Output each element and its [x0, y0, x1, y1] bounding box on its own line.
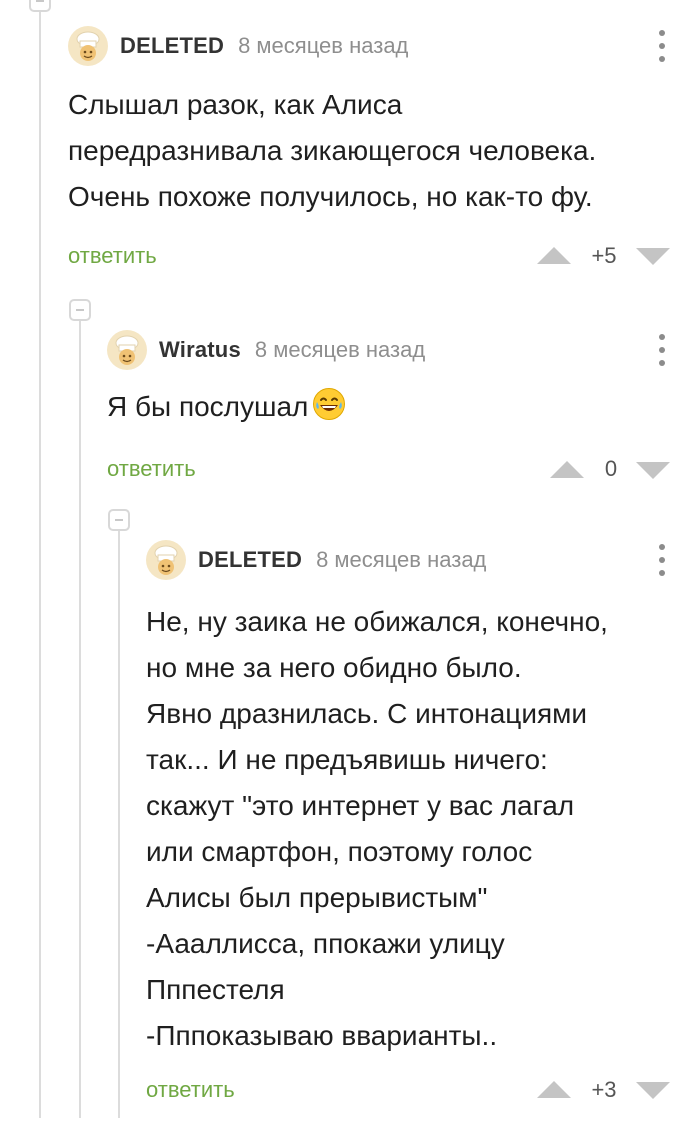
comment-text-line: -Пппоказываю вварианты..: [146, 1020, 498, 1051]
comment-text: Слышал разок, как Алиса передразнивала з…: [68, 82, 674, 220]
comment-text-line: так... И не предъявишь ничего:: [146, 744, 548, 775]
comment-rating: +3: [591, 1077, 617, 1102]
comment-text-value: Я бы послушал: [107, 391, 309, 422]
comment-text-line: Очень похоже получилось, но как-то фу.: [68, 181, 593, 212]
comment-header: Wiratus 8 месяцев назад: [107, 328, 674, 372]
grinning-sweat-emoji-icon: [312, 387, 346, 421]
reply-link[interactable]: ответить: [107, 456, 196, 482]
comment-text-line: -Аааллисса, ппокажи улицу: [146, 928, 505, 959]
comment-author[interactable]: DELETED: [198, 547, 302, 573]
comment-text-line: Явно дразнилась. С интонациями: [146, 698, 588, 729]
comment-text-line: Слышал разок, как Алиса: [68, 89, 403, 120]
comment-author[interactable]: Wiratus: [159, 337, 241, 363]
triangle-down-icon[interactable]: [636, 248, 670, 265]
chef-avatar-icon[interactable]: [68, 26, 108, 66]
more-vertical-icon[interactable]: [650, 330, 674, 370]
comment: Wiratus 8 месяцев назад Я бы послушал от…: [107, 328, 674, 490]
comment-time: 8 месяцев назад: [238, 33, 409, 58]
comment-text-line: или смартфон, поэтому голос: [146, 836, 533, 867]
triangle-up-icon[interactable]: [550, 461, 584, 478]
comment-text-line: Пппестеля: [146, 974, 285, 1005]
triangle-up-icon[interactable]: [537, 1081, 571, 1098]
more-vertical-icon[interactable]: [650, 26, 674, 66]
comment-footer: ответить 0: [107, 450, 674, 490]
thread-line-level-2: [118, 530, 120, 1118]
collapse-thread-button[interactable]: [108, 509, 130, 531]
reply-link[interactable]: ответить: [146, 1077, 235, 1103]
comment-footer: ответить +3: [146, 1071, 674, 1111]
comment-text-line: Алисы был прерывистым": [146, 882, 488, 913]
comment-time: 8 месяцев назад: [254, 337, 426, 362]
comment-text-line: Не, ну заика не обижался, конечно,: [146, 606, 608, 637]
comment-rating: 0: [604, 456, 618, 481]
comment: DELETED 8 месяцев назад Не, ну заика не …: [146, 538, 674, 1111]
comment-header: DELETED 8 месяцев назад: [68, 24, 674, 68]
triangle-down-icon[interactable]: [636, 462, 670, 479]
thread-line-level-1: [79, 318, 81, 1118]
chef-avatar-icon[interactable]: [107, 330, 147, 370]
reply-link[interactable]: ответить: [68, 243, 157, 269]
comment-author[interactable]: DELETED: [120, 33, 224, 59]
comment-text-line: Я бы послушал: [107, 384, 674, 430]
comment-rating: +5: [591, 243, 617, 268]
comment-footer: ответить +5: [68, 237, 674, 277]
comment-text-line: но мне за него обидно было.: [146, 652, 522, 683]
triangle-up-icon[interactable]: [537, 247, 571, 264]
triangle-down-icon[interactable]: [636, 1082, 670, 1099]
thread-line-level-0: [39, 0, 41, 1118]
comment: DELETED 8 месяцев назад Слышал разок, ка…: [68, 24, 674, 277]
comment-text-line: скажут "это интернет у вас лагал: [146, 790, 575, 821]
chef-avatar-icon[interactable]: [146, 540, 186, 580]
collapse-thread-button[interactable]: [69, 299, 91, 321]
comment-header: DELETED 8 месяцев назад: [146, 538, 674, 582]
comment-text: Не, ну заика не обижался, конечно, но мн…: [146, 599, 674, 1059]
comment-text-line: передразнивала зикающегося человека.: [68, 135, 597, 166]
more-vertical-icon[interactable]: [650, 540, 674, 580]
comment-text: Я бы послушал: [107, 384, 674, 430]
comment-time: 8 месяцев назад: [316, 547, 487, 572]
collapse-thread-button[interactable]: [29, 0, 51, 12]
